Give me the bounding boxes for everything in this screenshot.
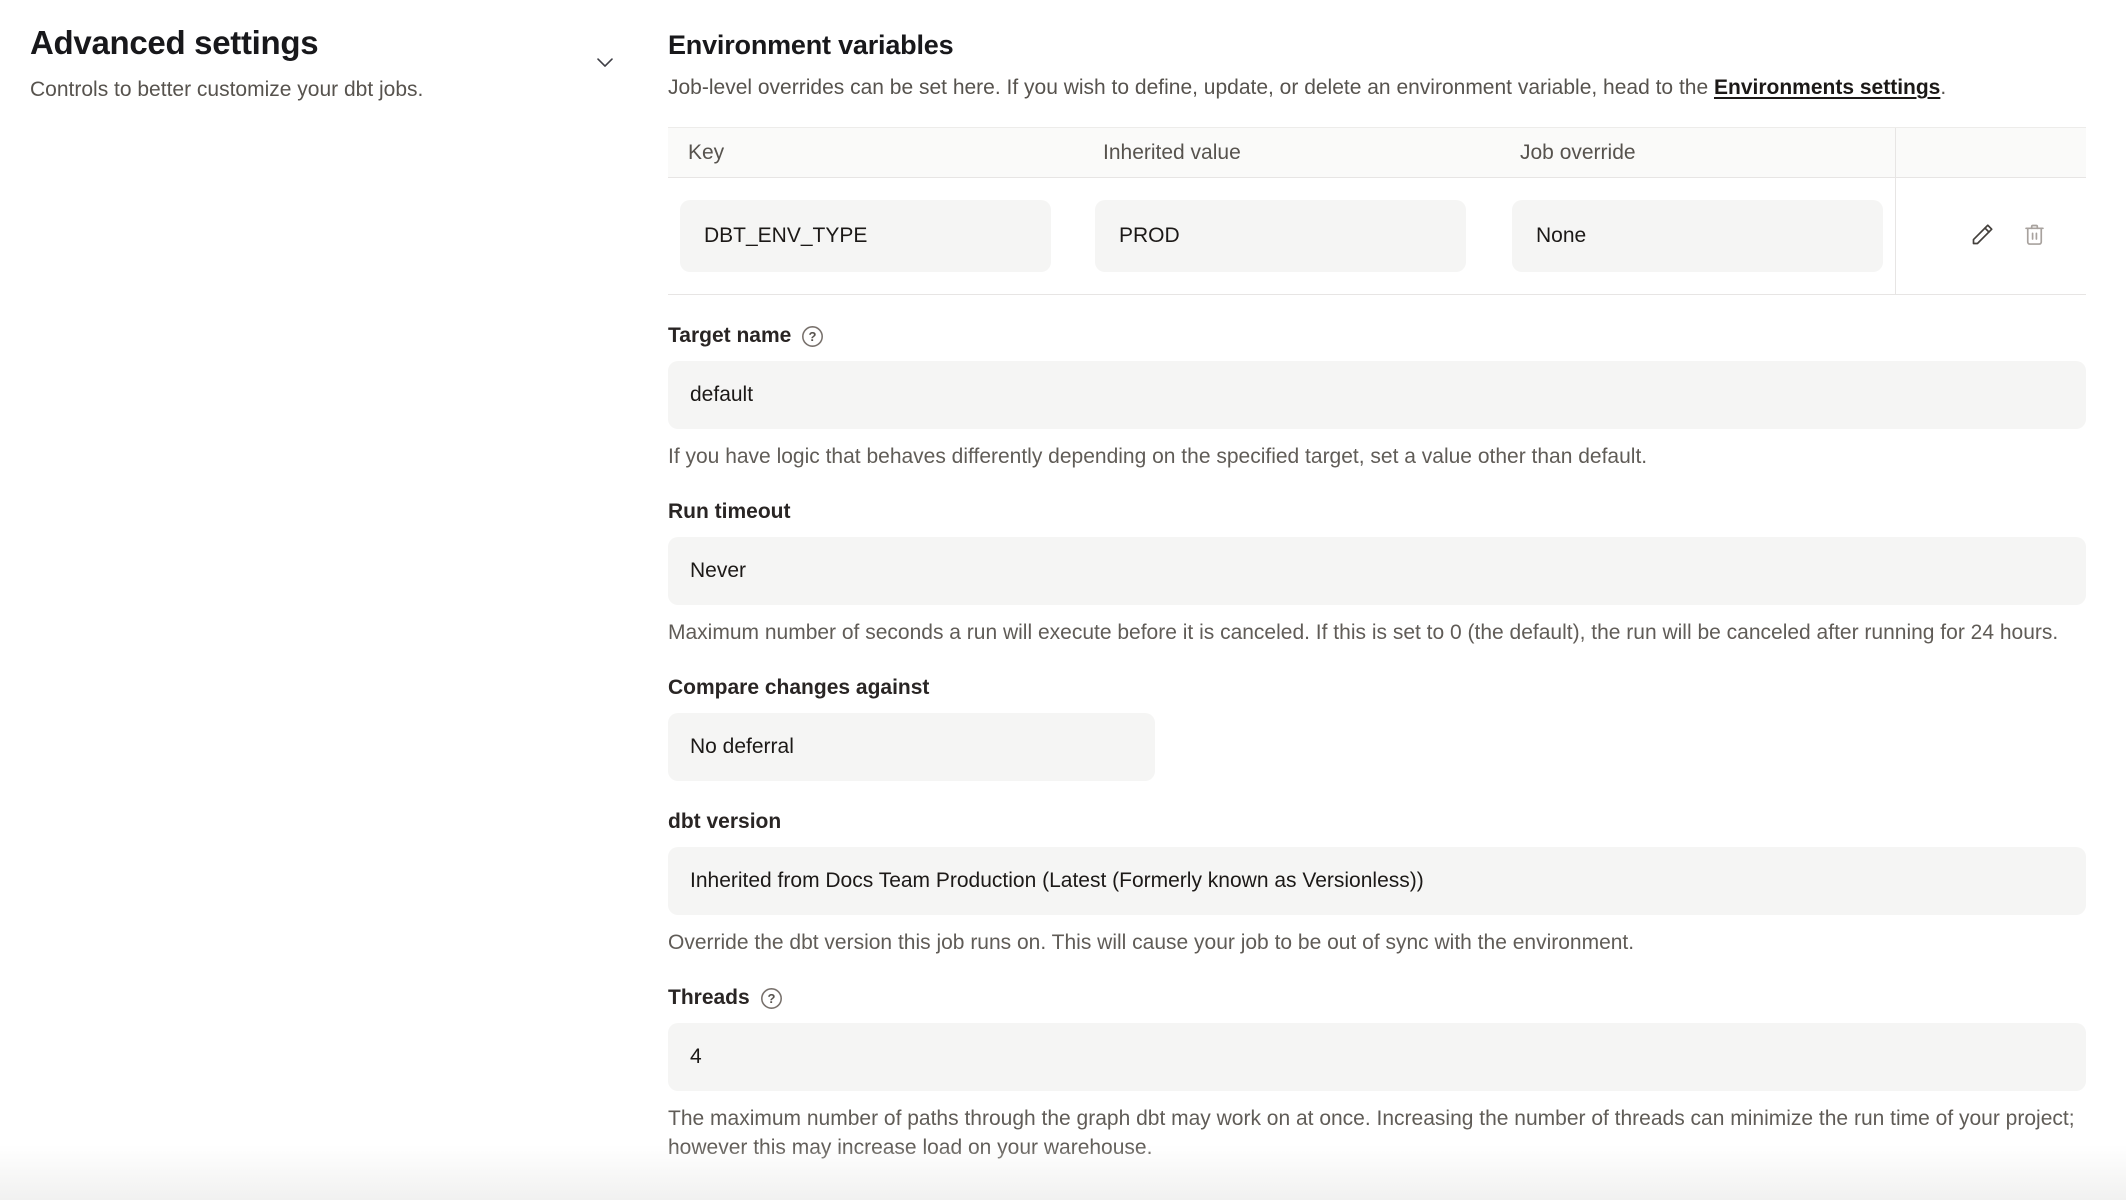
help-icon[interactable]: ? <box>759 986 784 1011</box>
field-compare-changes: Compare changes against No deferral <box>668 675 2086 781</box>
env-var-job-override-input[interactable]: None <box>1512 200 1883 272</box>
target-name-label-text: Target name <box>668 323 791 349</box>
env-vars-description-text: Job-level overrides can be set here. If … <box>668 76 1714 99</box>
delete-env-var-button[interactable] <box>2021 221 2048 251</box>
env-var-inherited-cell: PROD <box>1083 200 1500 272</box>
advanced-settings-content: Environment variables Job-level override… <box>668 30 2086 1162</box>
trash-icon <box>2021 221 2048 251</box>
env-vars-table-header: Key Inherited value Job override <box>668 128 2086 178</box>
column-header-actions <box>1895 128 2086 177</box>
compare-changes-label: Compare changes against <box>668 675 2086 701</box>
table-row: DBT_ENV_TYPE PROD None <box>668 178 2086 295</box>
collapse-section-button[interactable] <box>590 48 620 78</box>
threads-label-text: Threads <box>668 985 750 1011</box>
svg-text:?: ? <box>767 991 775 1006</box>
compare-changes-select[interactable]: No deferral <box>668 713 1155 781</box>
threads-label: Threads ? <box>668 985 2086 1011</box>
field-threads: Threads ? 4 The maximum number of paths … <box>668 985 2086 1162</box>
env-vars-description: Job-level overrides can be set here. If … <box>668 74 2086 102</box>
env-var-key-value: DBT_ENV_TYPE <box>680 200 1051 272</box>
target-name-label: Target name ? <box>668 323 2086 349</box>
page-title: Advanced settings <box>30 24 590 62</box>
threads-input[interactable]: 4 <box>668 1023 2086 1091</box>
run-timeout-helper: Maximum number of seconds a run will exe… <box>668 618 2086 647</box>
threads-helper: The maximum number of paths through the … <box>668 1104 2086 1162</box>
target-name-helper: If you have logic that behaves different… <box>668 442 2086 471</box>
run-timeout-label: Run timeout <box>668 499 2086 525</box>
help-icon[interactable]: ? <box>800 324 825 349</box>
edit-pencil-icon <box>1969 221 1996 251</box>
field-target-name: Target name ? default If you have logic … <box>668 323 2086 471</box>
env-vars-description-period: . <box>1940 76 1946 99</box>
page-subtitle: Controls to better customize your dbt jo… <box>30 78 590 102</box>
advanced-settings-panel: Advanced settings Controls to better cus… <box>30 24 590 102</box>
env-var-row-actions <box>1895 178 2086 294</box>
env-var-key-cell: DBT_ENV_TYPE <box>668 200 1083 272</box>
field-run-timeout: Run timeout Never Maximum number of seco… <box>668 499 2086 647</box>
column-header-inherited-value: Inherited value <box>1083 141 1500 165</box>
dbt-version-label: dbt version <box>668 809 2086 835</box>
environments-settings-link[interactable]: Environments settings <box>1714 76 1940 99</box>
dbt-version-select[interactable]: Inherited from Docs Team Production (Lat… <box>668 847 2086 915</box>
field-dbt-version: dbt version Inherited from Docs Team Pro… <box>668 809 2086 957</box>
chevron-down-icon <box>591 48 619 79</box>
column-header-key: Key <box>668 141 1083 165</box>
env-vars-table: Key Inherited value Job override DBT_ENV… <box>668 127 2086 295</box>
target-name-input[interactable]: default <box>668 361 2086 429</box>
env-var-override-cell: None <box>1500 200 1895 272</box>
env-var-inherited-value: PROD <box>1095 200 1466 272</box>
svg-text:?: ? <box>809 329 817 344</box>
edit-env-var-button[interactable] <box>1969 221 1996 251</box>
run-timeout-input[interactable]: Never <box>668 537 2086 605</box>
dbt-version-helper: Override the dbt version this job runs o… <box>668 928 2086 957</box>
column-header-job-override: Job override <box>1500 141 1895 165</box>
env-vars-heading: Environment variables <box>668 30 2086 61</box>
